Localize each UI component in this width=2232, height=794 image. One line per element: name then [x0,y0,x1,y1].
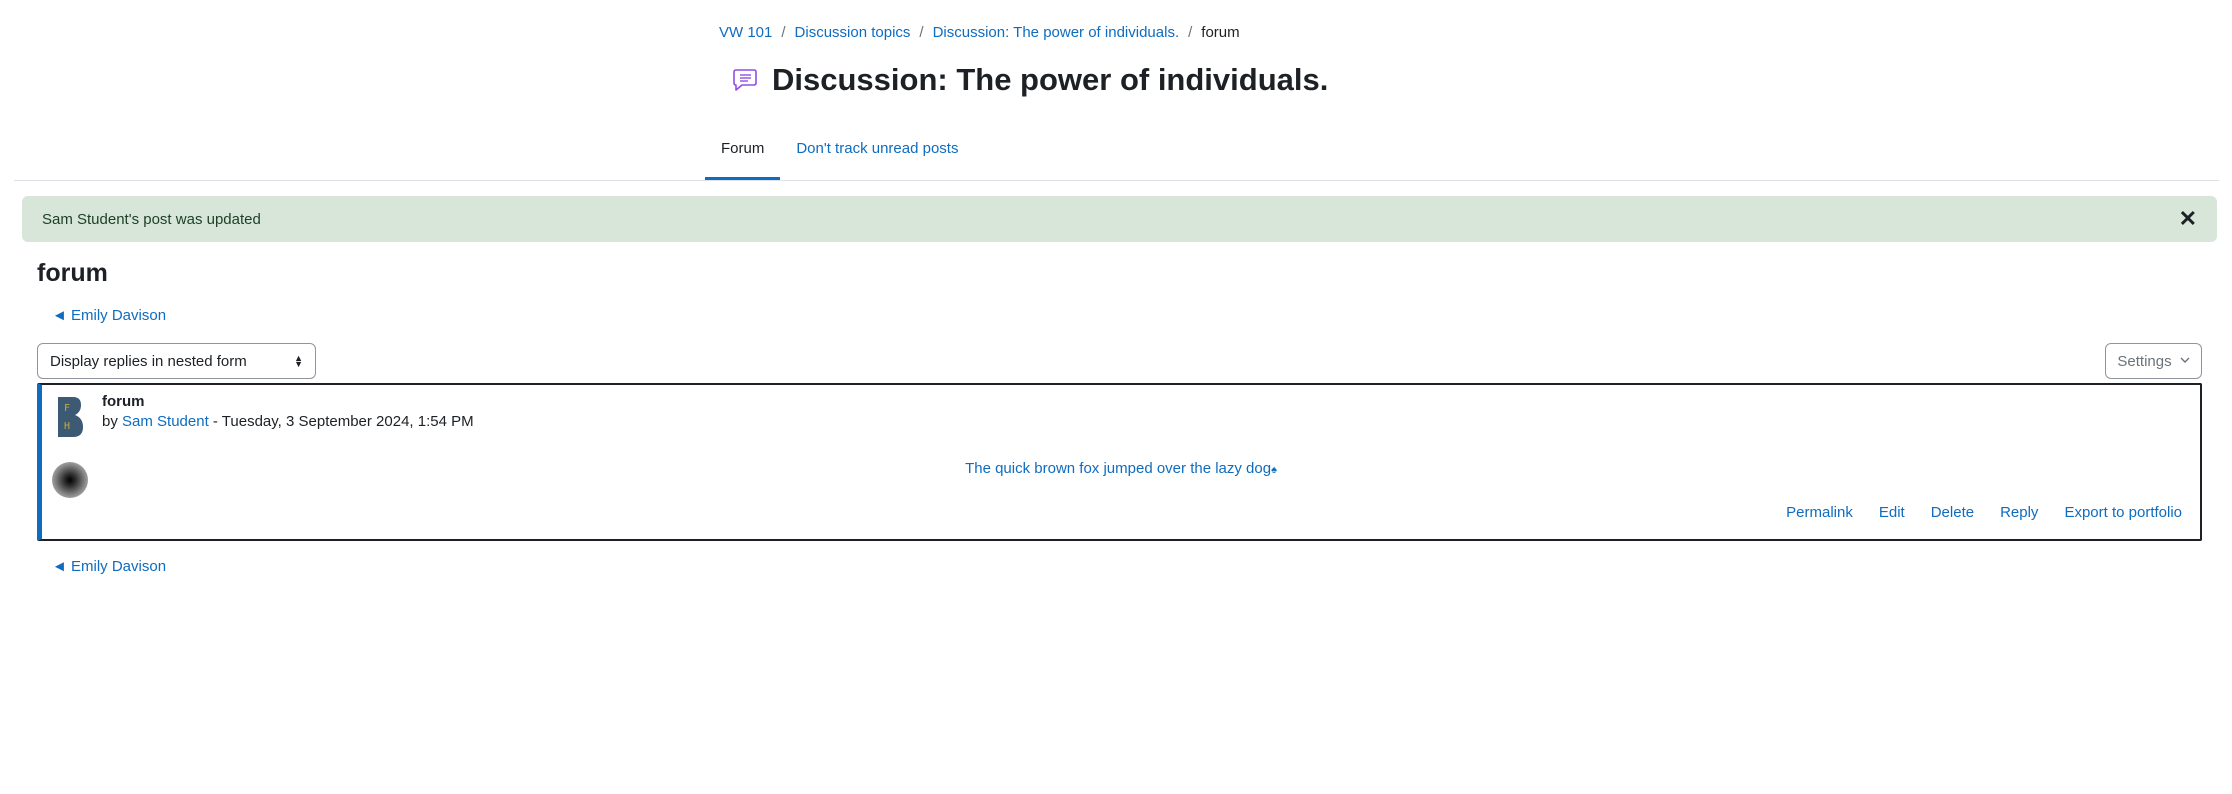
breadcrumb-separator: / [1188,24,1193,41]
tabs-divider [14,180,2219,181]
breadcrumb-course-link[interactable]: VW 101 [719,24,772,41]
page-header: Discussion: The power of individuals. [730,62,1328,98]
settings-label: Settings [2117,352,2172,370]
edit-link[interactable]: Edit [1879,504,1905,521]
post-byline: by Sam Student - Tuesday, 3 September 20… [102,413,474,430]
post-actions: Permalink Edit Delete Reply Export to po… [1786,504,2182,521]
post-content-link[interactable]: The quick brown fox jumped over the lazy… [965,460,1277,477]
tab-dont-track-unread-posts[interactable]: Don't track unread posts [780,131,974,180]
breadcrumb-current: forum [1201,24,1240,41]
display-mode-value: Display replies in nested form [50,352,247,370]
prev-discussion-link-top[interactable]: ◄ Emily Davison [52,307,166,324]
breadcrumb-discussion-topics-link[interactable]: Discussion topics [795,24,911,41]
post-subject: forum [102,393,145,410]
close-icon[interactable]: ✕ [2179,208,2197,230]
post-author-link[interactable]: Sam Student [122,413,209,430]
user-avatar[interactable]: F H [55,395,85,439]
display-mode-select[interactable]: Display replies in nested form ▲ ▼ [37,343,316,379]
prev-discussion-link-bottom[interactable]: ◄ Emily Davison [52,558,166,575]
forum-heading: forum [37,259,108,287]
breadcrumb-discussion-link[interactable]: Discussion: The power of individuals. [933,24,1180,41]
breadcrumb: VW 101 / Discussion topics / Discussion:… [719,24,1240,41]
breadcrumb-separator: / [919,24,924,41]
settings-button[interactable]: Settings [2105,343,2202,379]
forum-icon [730,65,760,95]
reply-link[interactable]: Reply [2000,504,2038,521]
svg-text:F: F [64,403,70,414]
breadcrumb-separator: / [781,24,786,41]
svg-text:H: H [64,421,70,432]
tab-forum[interactable]: Forum [705,131,781,180]
secondary-nav-tabs: Forum Don't track unread posts [705,131,974,180]
success-alert: Sam Student's post was updated ✕ [22,196,2217,242]
export-to-portfolio-link[interactable]: Export to portfolio [2064,504,2182,521]
chevron-down-icon [2180,355,2190,367]
spade-icon: ♠ [1271,464,1277,476]
byline-prefix: by [102,413,118,430]
permalink-link[interactable]: Permalink [1786,504,1853,521]
post-date: - Tuesday, 3 September 2024, 1:54 PM [208,413,474,430]
page-title: Discussion: The power of individuals. [772,62,1329,97]
select-arrows-icon: ▲ ▼ [294,353,303,369]
post-content: The quick brown fox jumped over the lazy… [42,460,2200,477]
delete-link[interactable]: Delete [1931,504,1974,521]
forum-post: F H forum by Sam Student - Tuesday, 3 Se… [37,383,2202,541]
alert-message: Sam Student's post was updated [42,210,261,228]
